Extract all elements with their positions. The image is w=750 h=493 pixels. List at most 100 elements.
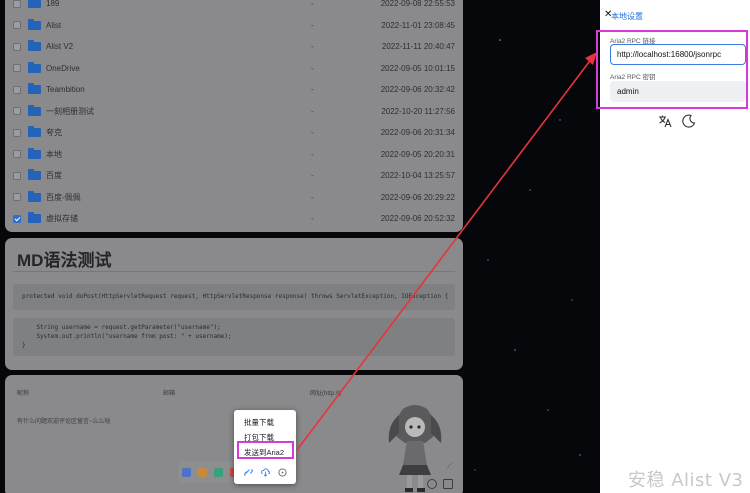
file-row[interactable]: 虚拟存储 - 2022-09-06 20:52:32 [5,208,463,230]
translate-icon[interactable] [658,114,672,128]
nickname-input[interactable]: 昵称 [17,388,29,397]
file-date: 2022-09-06 20:52:32 [380,214,455,224]
row-checkbox[interactable] [13,64,21,73]
url-input[interactable]: 网址(http://) [310,388,341,397]
file-name[interactable]: Teambition [46,85,85,94]
file-name[interactable]: 本地 [46,149,62,160]
anime-girl-illustration [388,405,442,492]
file-size: - [311,63,314,73]
file-size: - [311,128,314,138]
file-date: 2022-09-05 20:20:31 [380,149,455,159]
row-checkbox[interactable] [13,193,21,202]
folder-icon [28,212,41,224]
dark-mode-moon-icon[interactable] [682,114,696,128]
file-name[interactable]: 百度-佩佩 [46,192,81,203]
readme-title: MD语法测试 [17,251,112,270]
file-date: 2022-11-11 20:40:47 [381,42,455,52]
file-row[interactable]: 百度 - 2022-10-04 13:25:57 [5,165,463,187]
file-date: 2022-09-08 22:55:53 [380,0,455,9]
folder-icon [28,104,41,116]
row-checkbox[interactable] [13,42,21,51]
file-name[interactable]: Alist [46,21,61,30]
cloud-download-icon[interactable] [261,468,270,477]
code-block-2: String username = request.getParameter("… [13,318,455,356]
file-row[interactable]: OneDrive - 2022-09-05 10:01:15 [5,58,463,80]
file-size: - [311,149,314,159]
file-name[interactable]: Alist V2 [46,42,73,51]
file-name[interactable]: OneDrive [46,64,80,73]
file-row[interactable]: 一刻相册测试 - 2022-10-20 11:27:56 [5,101,463,123]
file-row[interactable]: 本地 - 2022-09-05 20:20:31 [5,144,463,166]
row-checkbox[interactable] [13,21,21,30]
file-row[interactable]: 189 - 2022-09-08 22:55:53 [5,0,463,15]
download-context-menu: 批量下载 打包下载 发送到Aria2 [234,410,296,484]
file-row[interactable]: 百度-佩佩 - 2022-09-06 20:29:22 [5,187,463,209]
code-line-3: System.out.println("username from post: … [22,333,232,340]
file-size: - [311,214,314,224]
code-line-4: } [22,342,26,349]
row-checkbox[interactable] [13,128,21,137]
file-name[interactable]: 一刻相册测试 [46,106,94,117]
row-checkbox[interactable] [13,0,21,8]
file-name[interactable]: 189 [46,0,59,8]
folder-icon [28,169,41,181]
folder-icon [28,126,41,138]
drawer-title: 本地设置 [611,12,643,21]
file-list: 189 - 2022-09-08 22:55:53 Alist - 2022-11-01 … [5,0,463,232]
image-upload-icon[interactable] [443,479,453,489]
file-name[interactable]: 夸克 [46,127,62,138]
row-checkbox[interactable] [13,150,21,159]
drawer-icon-row [658,114,696,128]
move-icon[interactable] [198,467,207,477]
file-row[interactable]: Teambition - 2022-09-06 20:32:42 [5,79,463,101]
file-size: - [311,0,314,9]
folder-icon [28,40,41,52]
folder-icon [28,147,41,159]
file-date: 2022-10-20 11:27:56 [381,106,455,116]
row-checkbox[interactable] [13,107,21,116]
folder-icon [28,190,41,202]
folder-icon [28,18,41,30]
file-size: - [311,85,314,95]
code-line-2: String username = request.getParameter("… [22,324,221,331]
file-date: 2022-09-06 20:31:34 [380,128,455,138]
menu-item-batch-download[interactable]: 批量下载 [244,417,274,428]
row-checkbox[interactable] [13,171,21,180]
folder-icon [28,0,41,9]
row-checkbox[interactable] [13,85,21,94]
file-size: - [311,42,314,52]
rename-icon[interactable] [182,467,191,477]
highlight-box-rpc-settings [596,30,748,109]
file-date: 2022-09-05 10:01:15 [380,63,455,73]
code-line-1: protected void doPost(HttpServletRequest… [22,293,449,300]
file-size: - [311,192,314,202]
file-row[interactable]: 夸克 - 2022-09-06 20:31:34 [5,122,463,144]
folder-icon [28,83,41,95]
file-date: 2022-10-04 13:25:57 [380,171,455,181]
file-row[interactable]: Alist - 2022-11-01 23:08:45 [5,15,463,37]
copy-icon[interactable] [214,467,223,477]
emoji-icon[interactable] [427,479,437,489]
code-block-1: protected void doPost(HttpServletRequest… [13,284,455,310]
row-checkbox[interactable] [13,214,21,223]
file-size: - [311,171,314,181]
highlight-box-send-aria2 [237,441,294,459]
file-date: 2022-09-06 20:29:22 [380,192,455,202]
folder-icon [28,61,41,73]
file-name[interactable]: 百度 [46,170,62,181]
email-input[interactable]: 邮箱 [163,388,175,397]
file-row[interactable]: Alist V2 - 2022-11-11 20:40:47 [5,36,463,58]
heading-divider [13,271,455,272]
file-date: 2022-11-01 23:08:45 [381,20,455,30]
readme-panel: MD语法测试 protected void doPost(HttpServlet… [5,238,463,370]
link-icon[interactable] [244,468,253,477]
more-circle-icon[interactable] [278,468,287,477]
file-name[interactable]: 虚拟存储 [46,213,78,224]
file-date: 2022-09-06 20:32:42 [380,85,455,95]
file-size: - [311,20,314,30]
menu-icon-row [244,468,287,477]
file-size: - [311,106,314,116]
resize-grip-icon[interactable]: ⟋ [447,461,453,471]
comment-textarea[interactable]: 有什么问题欢迎评论区留言~么么哒 [17,416,111,425]
watermark: 安稳 Alist V3 [628,470,744,491]
